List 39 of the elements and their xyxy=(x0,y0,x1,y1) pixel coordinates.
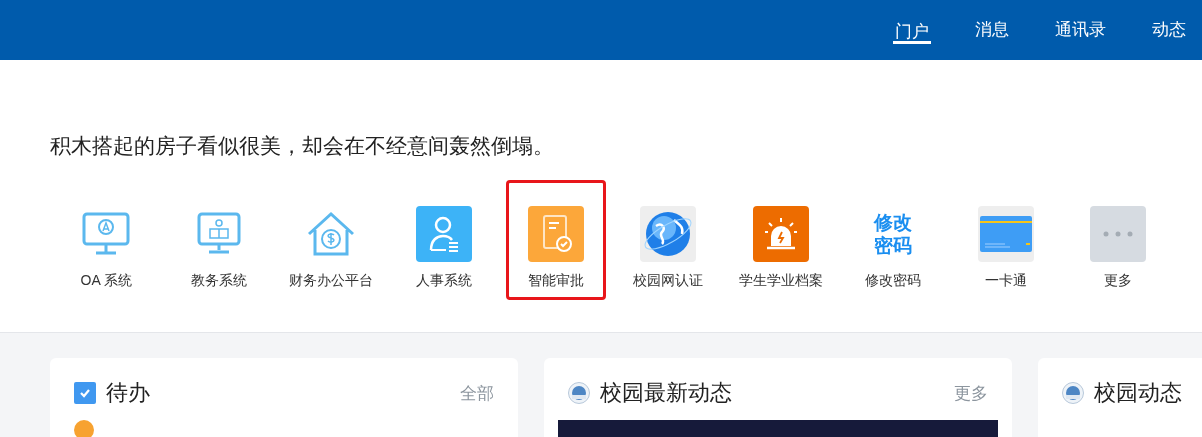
app-shortcut[interactable]: 智能审批 xyxy=(506,180,606,300)
app-label: 一卡通 xyxy=(984,272,1027,290)
motto-text: 积木搭起的房子看似很美，却会在不经意间轰然倒塌。 xyxy=(50,133,555,159)
app-shortcut[interactable]: OA 系统 xyxy=(50,180,163,300)
app-label: 学生学业档案 xyxy=(738,272,823,290)
password-text-icon: 修改 密码 xyxy=(865,206,922,262)
nav-tab[interactable]: 通讯录 xyxy=(1055,0,1106,60)
app-label: 智能审批 xyxy=(528,272,584,290)
app-label: 校园网认证 xyxy=(633,272,704,290)
app-label: 财务办公平台 xyxy=(289,272,374,290)
document-check-icon xyxy=(528,206,584,262)
card-title: 校园最新动态 xyxy=(600,379,733,407)
app-shortcut[interactable]: 校园网认证 xyxy=(612,180,725,300)
emblem-icon xyxy=(1062,382,1084,404)
app-label: OA 系统 xyxy=(80,272,132,290)
app-label: 修改密码 xyxy=(865,272,922,290)
app-shortcut[interactable]: 教务系统 xyxy=(162,180,275,300)
todo-item-icon xyxy=(74,420,94,437)
app-shortcut[interactable]: 财务办公平台 xyxy=(275,180,388,300)
app-label: 更多 xyxy=(1104,272,1133,290)
card-title: 校园动态 xyxy=(1094,379,1183,407)
nav-tab[interactable]: 动态 xyxy=(1152,0,1186,60)
globe-icon xyxy=(640,206,697,262)
app-shortcut[interactable]: 更多 xyxy=(1062,180,1175,300)
bank-card-icon xyxy=(977,206,1034,262)
card-title: 待办 xyxy=(106,379,151,407)
app-label: 教务系统 xyxy=(190,272,247,290)
nav-tab[interactable]: 消息 xyxy=(975,0,1009,60)
person-icon xyxy=(415,206,472,262)
alarm-light-icon xyxy=(752,206,809,262)
emblem-icon xyxy=(568,382,590,404)
nav-tab[interactable]: 门户 xyxy=(895,0,929,60)
app-shortcut[interactable]: 人事系统 xyxy=(387,180,500,300)
app-shortcut[interactable]: 修改 密码 修改密码 xyxy=(837,180,950,300)
checkbox-icon xyxy=(74,382,96,404)
app-shortcut[interactable]: 学生学业档案 xyxy=(724,180,837,300)
app-shortcut[interactable]: 一卡通 xyxy=(949,180,1062,300)
more-icon xyxy=(1090,206,1147,262)
app-label: 人事系统 xyxy=(415,272,472,290)
